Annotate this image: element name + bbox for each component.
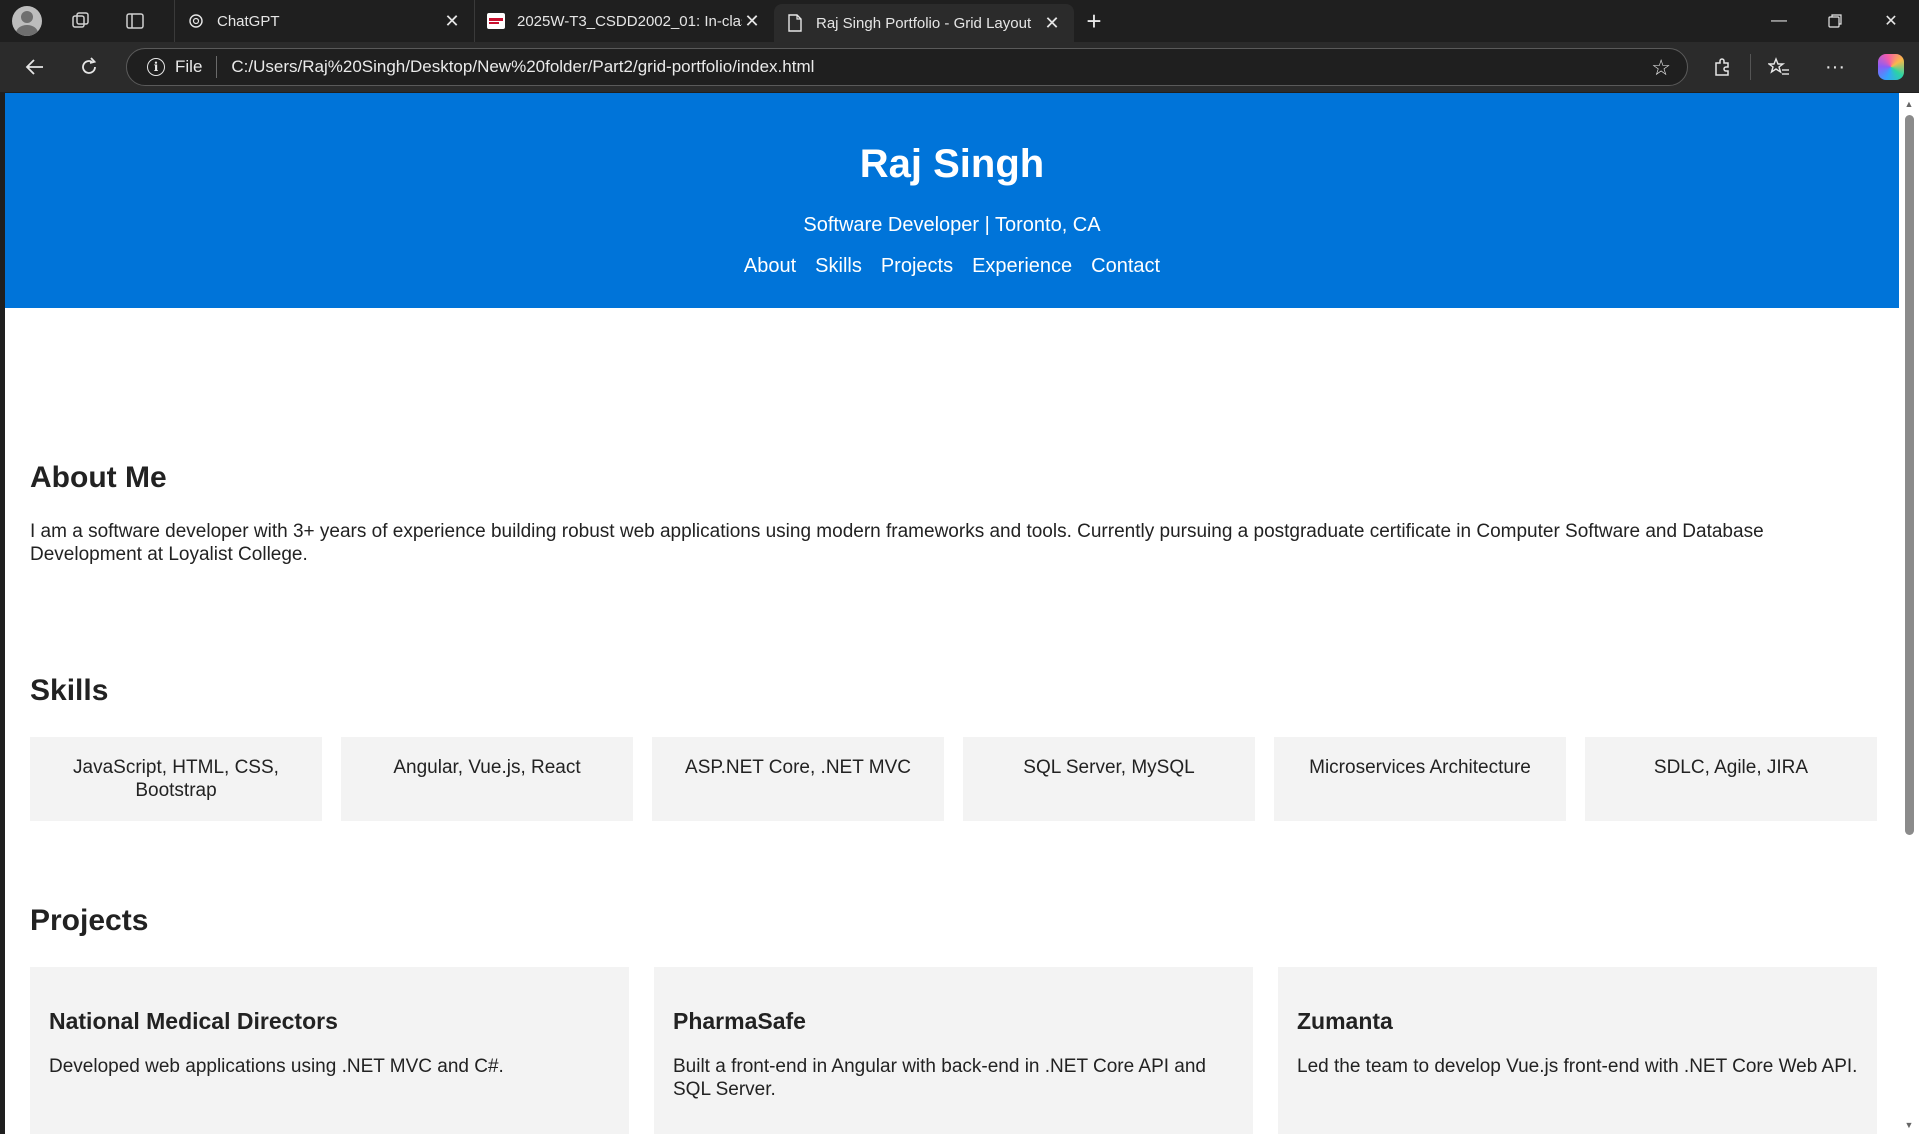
vertical-tabs-icon[interactable]	[120, 6, 150, 36]
back-arrow-icon[interactable]	[8, 42, 62, 92]
copilot-icon[interactable]	[1863, 42, 1919, 92]
url-text[interactable]: C:/Users/Raj%20Singh/Desktop/New%20folde…	[231, 57, 814, 77]
close-tab-icon[interactable]: ✕	[1042, 13, 1062, 34]
page-viewport: Raj Singh Software Developer | Toronto, …	[5, 93, 1919, 1134]
nav-link-projects[interactable]: Projects	[881, 255, 953, 278]
scroll-down-arrow-icon[interactable]: ▼	[1903, 1120, 1915, 1130]
project-card: National Medical Directors Developed web…	[30, 967, 629, 1134]
site-tagline: Software Developer | Toronto, CA	[803, 214, 1101, 236]
project-card: PharmaSafe Built a front-end in Angular …	[654, 967, 1253, 1134]
skill-card: Microservices Architecture	[1274, 737, 1566, 821]
extensions-icon[interactable]	[1694, 42, 1750, 92]
skill-card: ASP.NET Core, .NET MVC	[652, 737, 944, 821]
project-description: Developed web applications using .NET MV…	[49, 1056, 504, 1077]
tab-title: ChatGPT	[217, 12, 280, 30]
skill-card: Angular, Vue.js, React	[341, 737, 633, 821]
profile-avatar-icon[interactable]	[12, 6, 42, 36]
minimize-icon[interactable]: —	[1751, 0, 1807, 42]
close-tab-icon[interactable]: ✕	[742, 11, 762, 32]
scroll-thumb[interactable]	[1905, 115, 1914, 835]
browser-title-bar: ChatGPT ✕ 2025W-T3_CSDD2002_01: In-class…	[0, 0, 1919, 42]
address-bar[interactable]: i File C:/Users/Raj%20Singh/Desktop/New%…	[126, 48, 1688, 86]
new-tab-icon[interactable]: +	[1074, 0, 1114, 42]
file-page-icon	[786, 14, 804, 32]
project-description: Built a front-end in Angular with back-e…	[673, 1056, 1207, 1100]
divider	[216, 56, 218, 78]
skill-card: SDLC, Agile, JIRA	[1585, 737, 1877, 821]
project-title: Zumanta	[1297, 1008, 1393, 1034]
site-header: Raj Singh Software Developer | Toronto, …	[5, 93, 1899, 308]
site-info-icon[interactable]: i	[147, 58, 165, 76]
more-options-icon[interactable]: ···	[1807, 42, 1863, 92]
skills-grid: JavaScript, HTML, CSS, Bootstrap Angular…	[30, 737, 1877, 821]
about-text: I am a software developer with 3+ years …	[30, 521, 1764, 565]
tab-chatgpt[interactable]: ChatGPT ✕	[174, 0, 474, 42]
favorite-star-icon[interactable]: ☆	[1651, 55, 1671, 81]
close-tab-icon[interactable]: ✕	[442, 11, 462, 32]
project-title: PharmaSafe	[673, 1008, 806, 1034]
browser-toolbar: i File C:/Users/Raj%20Singh/Desktop/New%…	[0, 42, 1919, 92]
skill-card: SQL Server, MySQL	[963, 737, 1255, 821]
tab-course[interactable]: 2025W-T3_CSDD2002_01: In-class ✕	[474, 0, 774, 42]
project-title: National Medical Directors	[49, 1008, 338, 1034]
chatgpt-logo-icon	[187, 12, 205, 30]
tab-title: 2025W-T3_CSDD2002_01: In-class	[517, 12, 742, 30]
about-heading: About Me	[30, 461, 167, 494]
refresh-icon[interactable]	[62, 42, 116, 92]
restore-icon[interactable]	[1807, 0, 1863, 42]
projects-heading: Projects	[30, 904, 149, 937]
nav-link-about[interactable]: About	[744, 255, 796, 278]
workspaces-icon[interactable]	[66, 6, 96, 36]
project-description: Led the team to develop Vue.js front-end…	[1297, 1056, 1858, 1077]
tab-title: Raj Singh Portfolio - Grid Layout	[816, 14, 1032, 32]
vertical-scrollbar[interactable]: ▲ ▼	[1899, 93, 1919, 1134]
nav-link-skills[interactable]: Skills	[815, 255, 862, 278]
scheme-label: File	[175, 57, 203, 76]
nav-link-experience[interactable]: Experience	[972, 255, 1072, 278]
site-name: Raj Singh	[859, 142, 1045, 186]
course-site-icon	[487, 12, 505, 30]
projects-grid: National Medical Directors Developed web…	[30, 967, 1877, 1134]
close-window-icon[interactable]: ✕	[1863, 0, 1919, 42]
favorites-icon[interactable]	[1751, 42, 1807, 92]
project-card: Zumanta Led the team to develop Vue.js f…	[1278, 967, 1877, 1134]
tab-portfolio[interactable]: Raj Singh Portfolio - Grid Layout ✕	[774, 4, 1074, 42]
nav-link-contact[interactable]: Contact	[1091, 255, 1160, 278]
skill-card: JavaScript, HTML, CSS, Bootstrap	[30, 737, 322, 821]
site-nav: About Skills Projects Experience Contact	[5, 255, 1899, 278]
skills-heading: Skills	[30, 674, 109, 707]
tab-strip: ChatGPT ✕ 2025W-T3_CSDD2002_01: In-class…	[174, 0, 1114, 42]
scroll-up-arrow-icon[interactable]: ▲	[1903, 99, 1915, 109]
